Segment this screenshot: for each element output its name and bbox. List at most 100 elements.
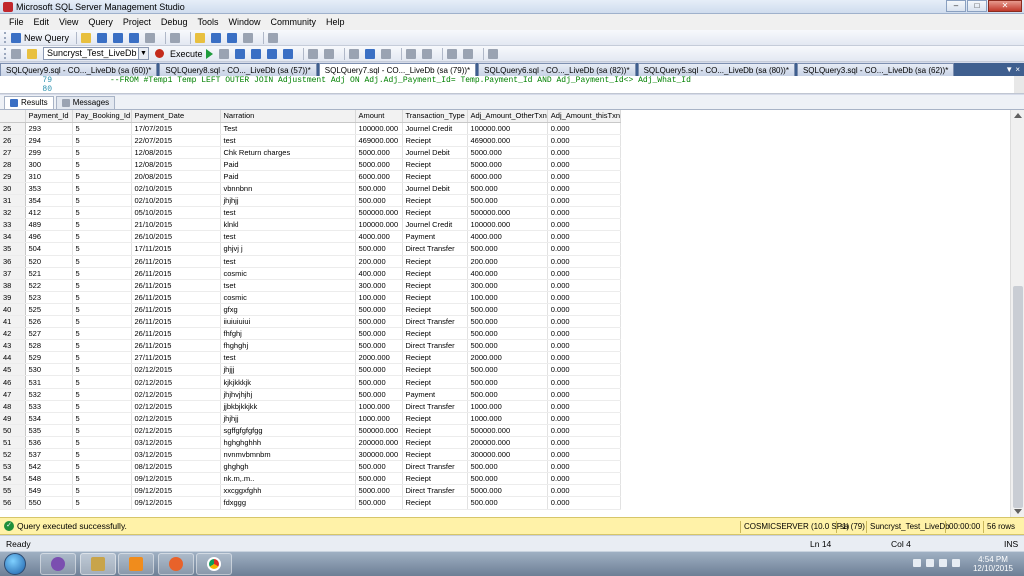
table-cell[interactable]: Direct Transfer bbox=[402, 339, 468, 353]
table-cell[interactable]: 5 bbox=[72, 496, 132, 510]
table-cell[interactable]: 6000.000 bbox=[355, 170, 403, 183]
xmla-query-button[interactable] bbox=[145, 31, 158, 44]
table-cell[interactable]: vbnnbnn bbox=[220, 182, 356, 196]
table-cell[interactable]: 2000.000 bbox=[355, 351, 403, 365]
table-cell[interactable]: jhjjj bbox=[220, 363, 356, 377]
scrollbar-thumb[interactable] bbox=[1013, 286, 1023, 508]
row-number-cell[interactable]: 45 bbox=[0, 363, 26, 377]
row-number-cell[interactable]: 56 bbox=[0, 496, 26, 510]
row-number-cell[interactable]: 26 bbox=[0, 134, 26, 147]
table-row[interactable]: 46 531 5 02/12/2015 kjkjkkkjk 500.000 Reciept 5… bbox=[0, 375, 622, 389]
table-cell[interactable]: 299 bbox=[25, 146, 73, 159]
table-cell[interactable]: Reciept bbox=[402, 303, 468, 317]
table-cell[interactable]: 5 bbox=[72, 460, 132, 474]
table-row[interactable]: 44 529 5 27/11/2015 test 2000.000 Reciept 2000.… bbox=[0, 351, 622, 365]
table-cell[interactable]: 6000.000 bbox=[467, 170, 548, 183]
row-number-cell[interactable]: 42 bbox=[0, 327, 26, 341]
table-row[interactable]: 56 550 5 09/12/2015 fdxggg 500.000 Reciept 500.… bbox=[0, 496, 622, 510]
table-cell[interactable]: 412 bbox=[25, 206, 73, 220]
table-cell[interactable]: 500.000 bbox=[467, 194, 548, 208]
change-connection-button[interactable] bbox=[27, 47, 40, 60]
table-cell[interactable]: test bbox=[220, 255, 356, 268]
table-cell[interactable]: 5000.000 bbox=[355, 146, 403, 159]
table-cell[interactable]: nvnmvbmnbm bbox=[220, 448, 356, 462]
table-cell[interactable]: 500.000 bbox=[355, 327, 403, 341]
table-cell[interactable]: iiuiuiuiui bbox=[220, 315, 356, 329]
table-cell[interactable]: 549 bbox=[25, 484, 73, 498]
taskbar-app-ssms[interactable] bbox=[80, 553, 116, 575]
table-cell[interactable]: 500.000 bbox=[467, 327, 548, 341]
taskbar-app-chrome[interactable] bbox=[196, 553, 232, 575]
table-cell[interactable]: 26/10/2015 bbox=[131, 230, 221, 244]
table-cell[interactable]: 02/10/2015 bbox=[131, 182, 221, 196]
table-cell[interactable]: Direct Transfer bbox=[402, 460, 468, 474]
table-cell[interactable]: 500000.000 bbox=[467, 424, 548, 437]
table-cell[interactable]: 0.000 bbox=[547, 146, 622, 159]
table-cell[interactable]: 5 bbox=[72, 242, 132, 256]
column-header[interactable]: Narration bbox=[220, 110, 356, 123]
table-cell[interactable]: 26/11/2015 bbox=[131, 279, 221, 292]
table-cell[interactable]: 27/11/2015 bbox=[131, 351, 221, 365]
table-cell[interactable]: 0.000 bbox=[547, 448, 622, 462]
table-cell[interactable]: 5 bbox=[72, 448, 132, 462]
table-cell[interactable]: 500.000 bbox=[467, 388, 548, 401]
tab-sqlquery9[interactable]: SQLQuery9.sql - CO..._LiveDb (sa (60))* bbox=[0, 63, 158, 76]
client-stats-button[interactable] bbox=[323, 47, 337, 60]
table-cell[interactable]: Reciept bbox=[402, 206, 468, 220]
new-file-button[interactable] bbox=[170, 31, 183, 44]
tab-sqlquery5[interactable]: SQLQuery5.sql - CO..._LiveDb (sa (80))* bbox=[637, 63, 795, 76]
table-cell[interactable]: 5 bbox=[72, 170, 132, 183]
table-cell[interactable]: 530 bbox=[25, 363, 73, 377]
table-cell[interactable]: 5 bbox=[72, 412, 132, 425]
table-cell[interactable]: Reciept bbox=[402, 170, 468, 183]
row-number-cell[interactable]: 53 bbox=[0, 460, 26, 474]
table-cell[interactable]: 5 bbox=[72, 484, 132, 498]
table-row[interactable]: 33 489 5 21/10/2015 klnkl 100000.000 Journel C… bbox=[0, 218, 622, 232]
table-cell[interactable]: Journel Credit bbox=[402, 122, 468, 135]
table-cell[interactable]: 100000.000 bbox=[355, 122, 403, 135]
table-cell[interactable]: 0.000 bbox=[547, 279, 622, 292]
table-cell[interactable]: 0.000 bbox=[547, 424, 622, 437]
row-number-cell[interactable]: 35 bbox=[0, 242, 26, 256]
table-row[interactable]: 31 354 5 02/10/2015 jhjhjj 500.000 Reciept 500.… bbox=[0, 194, 622, 208]
table-cell[interactable]: Paid bbox=[220, 170, 356, 183]
table-cell[interactable]: 0.000 bbox=[547, 267, 622, 280]
row-number-cell[interactable]: 25 bbox=[0, 122, 26, 135]
table-row[interactable]: 27 299 5 12/08/2015 Chk Return charges 5000.0… bbox=[0, 146, 622, 159]
table-cell[interactable]: Reciept bbox=[402, 327, 468, 341]
table-cell[interactable]: 17/11/2015 bbox=[131, 242, 221, 256]
cancel-query-button[interactable] bbox=[218, 47, 232, 60]
table-cell[interactable]: 500.000 bbox=[355, 315, 403, 329]
table-cell[interactable]: 12/08/2015 bbox=[131, 146, 221, 159]
table-cell[interactable]: 5000.000 bbox=[467, 484, 548, 498]
table-cell[interactable]: tset bbox=[220, 279, 356, 292]
table-cell[interactable]: 1000.000 bbox=[467, 400, 548, 413]
table-cell[interactable]: 4000.000 bbox=[355, 230, 403, 244]
menu-file[interactable]: File bbox=[4, 14, 29, 30]
table-cell[interactable]: 500.000 bbox=[355, 194, 403, 208]
table-cell[interactable]: 5 bbox=[72, 291, 132, 304]
results-to-text-button[interactable] bbox=[348, 47, 362, 60]
table-cell[interactable]: 02/12/2015 bbox=[131, 375, 221, 389]
table-cell[interactable]: 469000.000 bbox=[467, 134, 548, 147]
results-to-file-button[interactable] bbox=[380, 47, 394, 60]
table-cell[interactable]: 26/11/2015 bbox=[131, 315, 221, 329]
table-cell[interactable]: 353 bbox=[25, 182, 73, 196]
row-number-cell[interactable]: 47 bbox=[0, 388, 26, 401]
table-row[interactable]: 45 530 5 02/12/2015 jhjjj 500.000 Reciept 500.0… bbox=[0, 363, 622, 377]
row-number-cell[interactable]: 30 bbox=[0, 182, 26, 196]
row-number-cell[interactable]: 37 bbox=[0, 267, 26, 280]
table-cell[interactable]: fhghghj bbox=[220, 339, 356, 353]
table-cell[interactable]: 5000.000 bbox=[467, 158, 548, 171]
table-cell[interactable]: 5 bbox=[72, 351, 132, 365]
table-cell[interactable]: Reciept bbox=[402, 279, 468, 292]
table-cell[interactable]: 5 bbox=[72, 436, 132, 450]
table-cell[interactable]: 500.000 bbox=[355, 460, 403, 474]
table-cell[interactable]: 400.000 bbox=[467, 267, 548, 280]
table-cell[interactable]: 26/11/2015 bbox=[131, 255, 221, 268]
table-cell[interactable]: 0.000 bbox=[547, 484, 622, 498]
row-number-cell[interactable]: 44 bbox=[0, 351, 26, 365]
table-cell[interactable]: 537 bbox=[25, 448, 73, 462]
table-cell[interactable]: test bbox=[220, 134, 356, 147]
table-cell[interactable]: 0.000 bbox=[547, 351, 622, 365]
